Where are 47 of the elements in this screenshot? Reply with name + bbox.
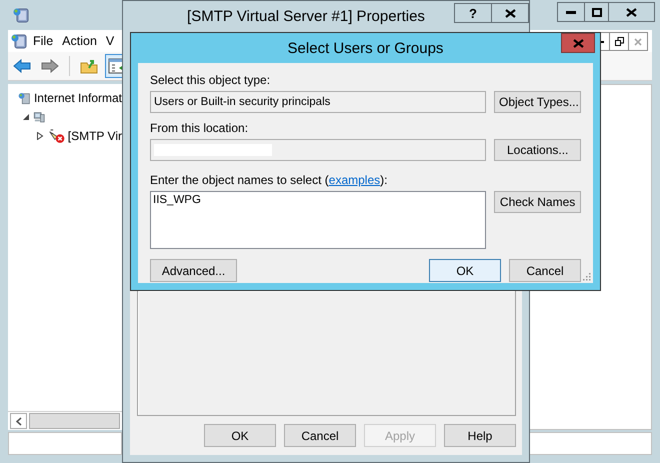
scrollbar-thumb[interactable]: [29, 413, 120, 429]
tree-item[interactable]: [SMTP Vir: [68, 128, 122, 142]
maximize-icon: [592, 8, 602, 16]
menu-item[interactable]: V: [102, 32, 114, 50]
window-title: [SMTP Virtual Server #1] Properties: [187, 8, 425, 24]
maximize-button[interactable]: [584, 2, 609, 22]
console-icon: [12, 6, 30, 24]
expanded-icon[interactable]: [22, 112, 30, 120]
restore-button[interactable]: [609, 32, 629, 51]
dialog-button[interactable]: Help: [444, 424, 516, 447]
dialog-title: Select Users or Groups: [288, 40, 444, 56]
object-types-button[interactable]: Object Types...: [494, 91, 581, 113]
close-button[interactable]: [608, 2, 655, 22]
check-names-button[interactable]: Check Names: [494, 191, 581, 213]
close-icon: [634, 38, 642, 46]
menu-item[interactable]: Action: [58, 32, 101, 50]
dialog-button[interactable]: OK: [204, 424, 276, 447]
close-icon: [504, 8, 516, 18]
menu-item[interactable]: File: [29, 32, 58, 50]
dialog-button[interactable]: Advanced...: [150, 259, 237, 282]
examples-link[interactable]: examples: [328, 173, 380, 187]
close-icon: [572, 38, 584, 48]
object-type-field: Users or Built-in security principals: [150, 91, 486, 113]
back-arrow-icon[interactable]: [13, 59, 31, 73]
field-label: From this location:: [150, 121, 250, 136]
minimize-icon: [566, 10, 576, 14]
chevron-left-icon: [16, 416, 22, 426]
restore-icon: [614, 37, 624, 46]
object-names-field[interactable]: IIS_WPG: [150, 191, 486, 249]
forward-arrow-icon[interactable]: [41, 59, 59, 73]
field-label: Select this object type:: [150, 73, 272, 88]
resize-grip-icon[interactable]: [583, 273, 591, 281]
dialog-button[interactable]: Cancel: [284, 424, 356, 447]
locations-button[interactable]: Locations...: [494, 139, 581, 161]
console-icon: [10, 32, 28, 50]
stopped-server-icon: [48, 126, 65, 144]
close-button[interactable]: [491, 3, 529, 23]
scroll-left-button[interactable]: [10, 413, 27, 429]
folder-up-icon[interactable]: [80, 58, 98, 74]
help-button[interactable]: ?: [454, 3, 492, 23]
close-icon: [626, 8, 637, 16]
dialog-button[interactable]: Cancel: [509, 259, 581, 282]
field-label: Enter the object names to select (examples):: [150, 173, 388, 188]
minimize-button[interactable]: [557, 2, 585, 22]
dialog-button[interactable]: OK: [429, 259, 501, 282]
tree-item[interactable]: Internet Informat: [34, 90, 122, 104]
collapsed-icon[interactable]: [36, 132, 44, 140]
